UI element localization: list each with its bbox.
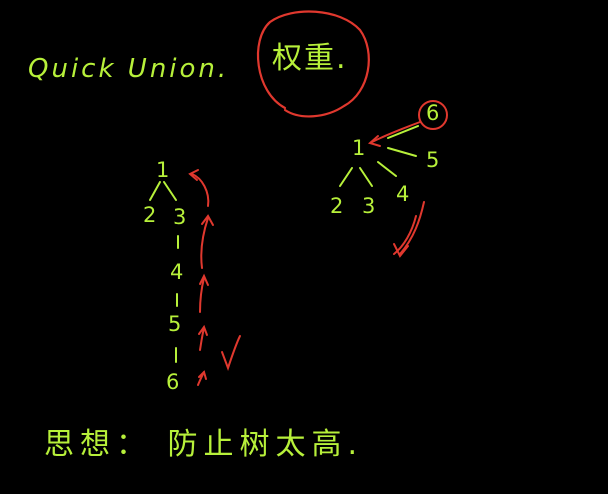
whiteboard-canvas: Quick Union. 权重. 1 2 3 4 5 6 1 2 3 4 5 6… [0, 0, 608, 494]
right-node-5: 5 [426, 148, 440, 172]
right-node-6: 6 [426, 101, 440, 125]
left-node-1: 1 [156, 158, 170, 182]
page-title: Quick Union. [28, 54, 230, 84]
right-node-4: 4 [396, 182, 410, 206]
right-node-1: 1 [352, 136, 366, 160]
left-node-3: 3 [173, 205, 187, 229]
left-tree-arrows [188, 169, 214, 386]
left-node-6: 6 [166, 370, 180, 394]
right-node-3: 3 [362, 194, 376, 218]
left-node-2: 2 [143, 203, 157, 227]
weight-note: 权重. [272, 41, 348, 76]
left-node-4: 4 [170, 260, 184, 284]
checkmark [221, 335, 241, 371]
idea-note: 思想： 防止树太高. [44, 427, 364, 462]
left-node-5: 5 [168, 312, 182, 336]
right-node-2: 2 [330, 194, 344, 218]
